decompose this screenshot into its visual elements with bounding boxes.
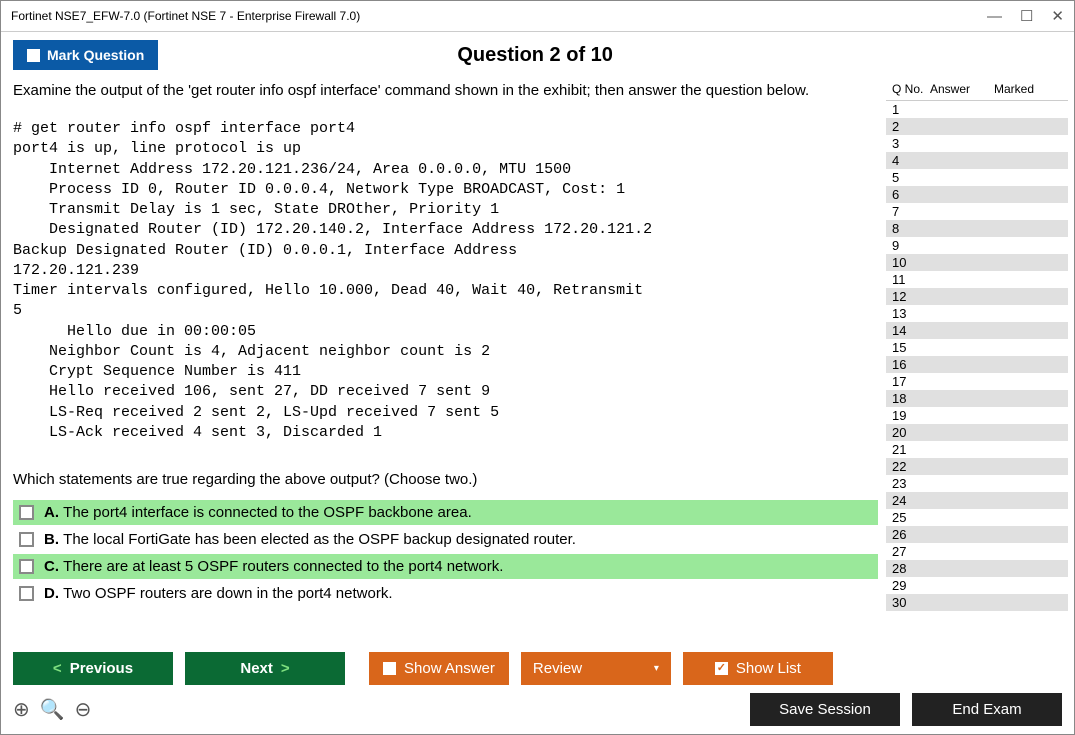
main-area: Examine the output of the 'get router in… (1, 78, 1074, 646)
question-list-row[interactable]: 1 (886, 101, 1068, 118)
minimize-icon[interactable]: — (987, 8, 1002, 25)
chevron-right-icon: > (281, 660, 290, 677)
zoom-out-icon[interactable]: ⊖ (75, 697, 92, 722)
checkbox-icon (383, 662, 396, 675)
question-list-row[interactable]: 4 (886, 152, 1068, 169)
answer-row[interactable]: D. Two OSPF routers are down in the port… (13, 581, 878, 606)
question-list-row[interactable]: 15 (886, 339, 1068, 356)
question-list-row[interactable]: 8 (886, 220, 1068, 237)
bottom-row-1: < Previous Next > Show Answer Review ▾ S… (13, 652, 1062, 685)
end-exam-button[interactable]: End Exam (912, 693, 1062, 726)
question-list-row[interactable]: 11 (886, 271, 1068, 288)
answer-row[interactable]: C. There are at least 5 OSPF routers con… (13, 554, 878, 579)
save-session-button[interactable]: Save Session (750, 693, 900, 726)
question-list-row[interactable]: 26 (886, 526, 1068, 543)
window-title: Fortinet NSE7_EFW-7.0 (Fortinet NSE 7 - … (11, 9, 360, 23)
question-sidebar: Q No. Answer Marked 12345678910111213141… (886, 78, 1068, 646)
answer-checkbox[interactable] (19, 586, 34, 601)
titlebar: Fortinet NSE7_EFW-7.0 (Fortinet NSE 7 - … (1, 1, 1074, 32)
maximize-icon[interactable]: ☐ (1020, 7, 1033, 25)
question-list-row[interactable]: 28 (886, 560, 1068, 577)
question-list-row[interactable]: 17 (886, 373, 1068, 390)
answer-checkbox[interactable] (19, 532, 34, 547)
show-list-label: Show List (736, 660, 801, 677)
question-list-row[interactable]: 22 (886, 458, 1068, 475)
chevron-down-icon: ▾ (654, 663, 659, 674)
question-followup: Which statements are true regarding the … (13, 471, 878, 488)
header-row: Mark Question Question 2 of 10 (1, 32, 1074, 78)
zoom-controls: ⊕ 🔍 ⊖ (13, 697, 91, 722)
question-list-row[interactable]: 10 (886, 254, 1068, 271)
answer-row[interactable]: A. The port4 interface is connected to t… (13, 500, 878, 525)
bottom-row-2: ⊕ 🔍 ⊖ Save Session End Exam (13, 693, 1062, 726)
question-list-row[interactable]: 20 (886, 424, 1068, 441)
question-list-row[interactable]: 7 (886, 203, 1068, 220)
show-answer-label: Show Answer (404, 660, 495, 677)
question-list-row[interactable]: 23 (886, 475, 1068, 492)
answers-list: A. The port4 interface is connected to t… (13, 500, 878, 606)
answer-text: A. The port4 interface is connected to t… (44, 504, 472, 521)
mark-question-button[interactable]: Mark Question (13, 40, 158, 70)
previous-label: Previous (70, 660, 133, 677)
sidebar-header: Q No. Answer Marked (886, 78, 1068, 101)
question-list-row[interactable]: 16 (886, 356, 1068, 373)
answer-text: C. There are at least 5 OSPF routers con… (44, 558, 503, 575)
answer-text: B. The local FortiGate has been elected … (44, 531, 576, 548)
question-list-row[interactable]: 14 (886, 322, 1068, 339)
question-prompt: Examine the output of the 'get router in… (13, 82, 878, 99)
close-icon[interactable]: ✕ (1051, 7, 1064, 25)
previous-button[interactable]: < Previous (13, 652, 173, 685)
checkbox-checked-icon (715, 662, 728, 675)
question-list-row[interactable]: 27 (886, 543, 1068, 560)
show-answer-button[interactable]: Show Answer (369, 652, 509, 685)
question-counter: Question 2 of 10 (158, 44, 912, 67)
chevron-left-icon: < (53, 660, 62, 677)
zoom-reset-icon[interactable]: ⊕ (13, 697, 30, 722)
next-label: Next (240, 660, 273, 677)
sidebar-list[interactable]: 1234567891011121314151617181920212223242… (886, 101, 1068, 646)
col-answer: Answer (930, 82, 994, 96)
window-controls: — ☐ ✕ (987, 7, 1064, 25)
question-list-row[interactable]: 24 (886, 492, 1068, 509)
question-list-row[interactable]: 29 (886, 577, 1068, 594)
question-list-row[interactable]: 9 (886, 237, 1068, 254)
question-list-row[interactable]: 6 (886, 186, 1068, 203)
col-marked: Marked (994, 82, 1066, 96)
question-list-row[interactable]: 12 (886, 288, 1068, 305)
exhibit-output: # get router info ospf interface port4 p… (13, 119, 878, 443)
bottom-area: < Previous Next > Show Answer Review ▾ S… (1, 646, 1074, 726)
answer-text: D. Two OSPF routers are down in the port… (44, 585, 393, 602)
app-window: Fortinet NSE7_EFW-7.0 (Fortinet NSE 7 - … (0, 0, 1075, 735)
question-list-row[interactable]: 21 (886, 441, 1068, 458)
question-content[interactable]: Examine the output of the 'get router in… (13, 78, 884, 646)
question-list-row[interactable]: 3 (886, 135, 1068, 152)
question-list-row[interactable]: 30 (886, 594, 1068, 611)
review-button[interactable]: Review ▾ (521, 652, 671, 685)
col-qno: Q No. (888, 82, 930, 96)
question-list-row[interactable]: 19 (886, 407, 1068, 424)
zoom-in-icon[interactable]: 🔍 (40, 697, 65, 722)
answer-checkbox[interactable] (19, 505, 34, 520)
question-list-row[interactable]: 18 (886, 390, 1068, 407)
question-list-row[interactable]: 5 (886, 169, 1068, 186)
question-list-row[interactable]: 2 (886, 118, 1068, 135)
question-list-row[interactable]: 13 (886, 305, 1068, 322)
checkbox-icon (27, 49, 40, 62)
show-list-button[interactable]: Show List (683, 652, 833, 685)
question-list-row[interactable]: 25 (886, 509, 1068, 526)
answer-checkbox[interactable] (19, 559, 34, 574)
review-label: Review (533, 660, 582, 677)
mark-question-label: Mark Question (47, 47, 144, 63)
next-button[interactable]: Next > (185, 652, 345, 685)
answer-row[interactable]: B. The local FortiGate has been elected … (13, 527, 878, 552)
